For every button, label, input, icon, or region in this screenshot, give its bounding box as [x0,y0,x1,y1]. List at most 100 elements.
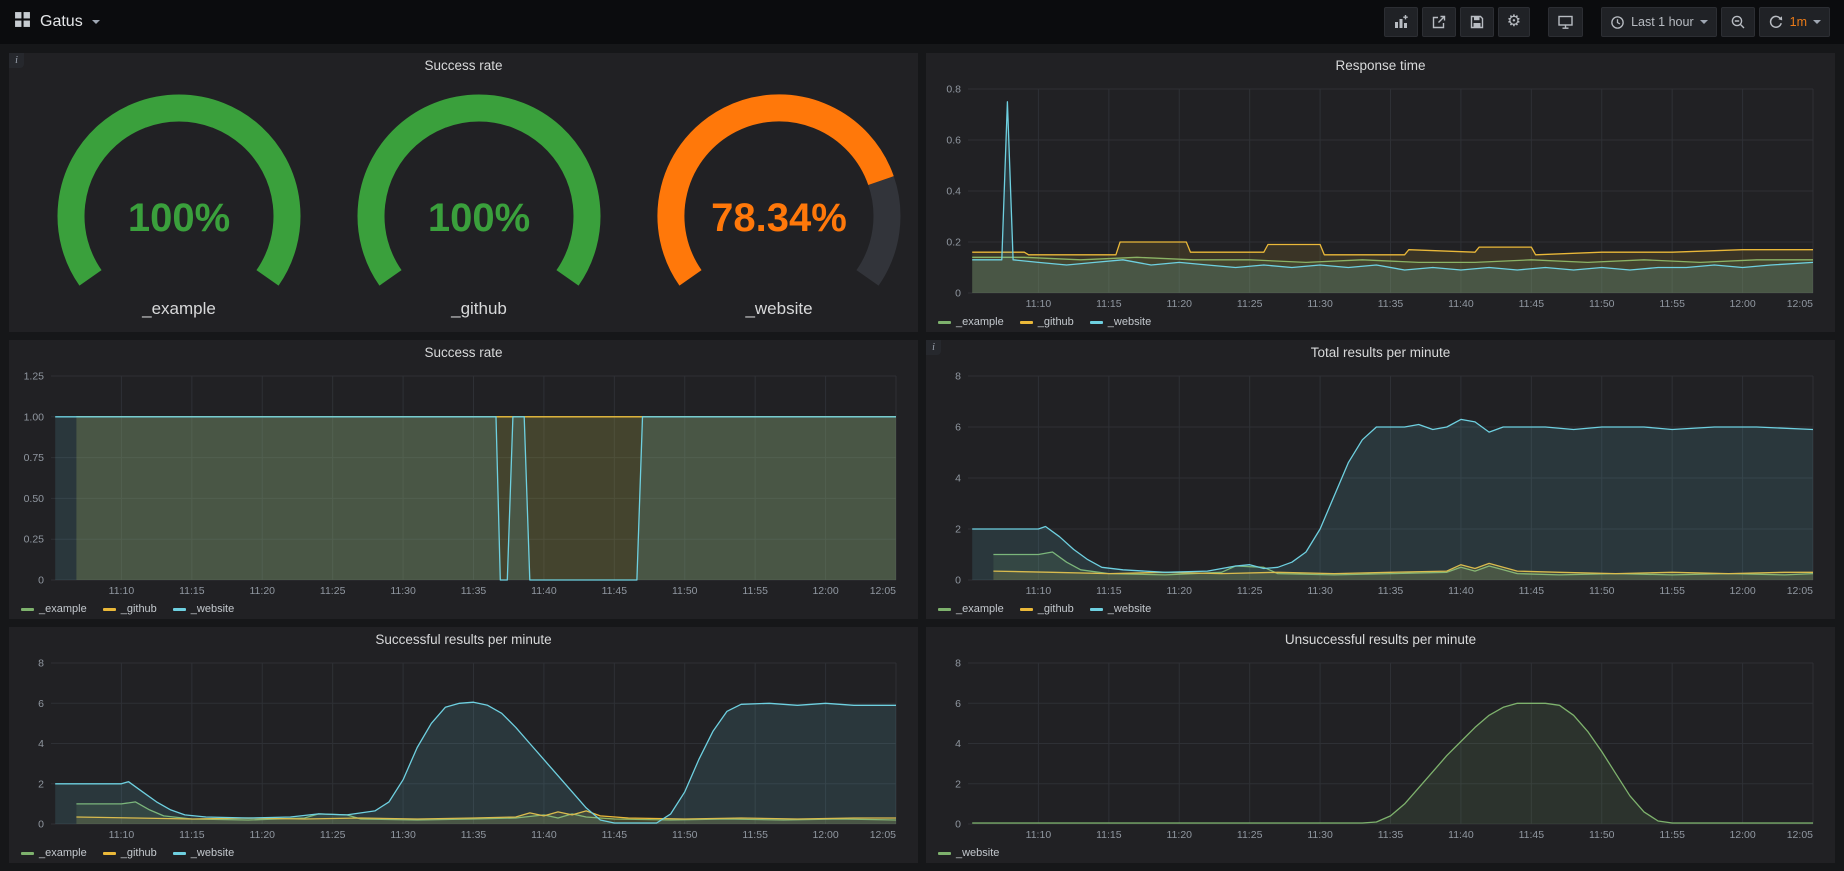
x-axis-label: 11:50 [1589,585,1615,597]
x-axis-label: 11:40 [1448,298,1474,310]
legend-item-_website[interactable]: _website [1090,603,1151,615]
legend-item-_github[interactable]: _github [103,603,157,615]
x-axis-label: 11:35 [1378,829,1404,841]
tv-mode-button[interactable] [1548,7,1583,37]
chart-area: 11:1011:1511:2011:2511:3011:3511:4011:45… [932,366,1829,599]
y-axis-label: 6 [955,422,961,434]
panel-title[interactable]: Success rate [9,53,918,79]
x-axis-label: 11:35 [461,585,487,597]
x-axis-label: 11:15 [1096,298,1122,310]
legend-item-_website[interactable]: _website [173,847,234,859]
legend-item-_example[interactable]: _example [938,316,1004,328]
share-dashboard-button[interactable] [1422,7,1456,37]
y-axis-label: 0.8 [946,84,961,96]
legend-item-_example[interactable]: _example [938,603,1004,615]
panel-title[interactable]: Success rate [9,340,918,366]
y-axis-label: 0 [955,575,961,587]
chart-legend: _example _github _website [926,312,1835,332]
x-axis-label: 11:15 [1096,829,1122,841]
y-axis-label: 0.50 [24,493,45,505]
refresh-button[interactable]: 1m [1759,7,1830,37]
x-axis-label: 11:10 [1026,298,1052,310]
time-range-label: Last 1 hour [1631,15,1694,29]
panel-success-rate-gauges: i Success rate 100%_example100%_github78… [9,53,918,332]
x-axis-label: 12:05 [1787,829,1813,841]
y-axis-label: 4 [955,738,961,750]
legend-series-color-icon [1020,608,1033,611]
legend-item-_example[interactable]: _example [21,847,87,859]
zoom-out-time-button[interactable] [1721,7,1755,37]
x-axis-label: 12:05 [870,829,896,841]
chart-legend: _example _github _website [9,843,918,863]
dashboards-grid-icon[interactable] [14,11,31,33]
y-axis-label: 8 [955,371,961,383]
legend-item-_website[interactable]: _website [1090,316,1151,328]
panel-title[interactable]: Total results per minute [926,340,1835,366]
chart-legend: _example _github _website [9,599,918,619]
x-axis-label: 11:40 [531,585,557,597]
gauge-_github: 100%_github [329,90,629,322]
legend-item-_website[interactable]: _website [173,603,234,615]
dashboard-settings-button[interactable]: ⚙ [1498,7,1530,37]
legend-item-_github[interactable]: _github [1020,603,1074,615]
chart-area: 11:1011:1511:2011:2511:3011:3511:4011:45… [15,366,912,599]
add-panel-button[interactable] [1384,7,1418,37]
legend-series-color-icon [21,608,34,611]
legend-series-label: _example [956,316,1004,328]
legend-series-color-icon [173,608,186,611]
panel-title[interactable]: Successful results per minute [9,627,918,653]
x-axis-label: 12:00 [1729,829,1755,841]
gauge-remainder-arc [868,180,887,277]
refresh-icon [1768,14,1784,30]
y-axis-label: 4 [955,473,961,485]
x-axis-label: 11:45 [602,585,628,597]
x-axis-label: 11:20 [1167,585,1193,597]
legend-item-_github[interactable]: _github [103,847,157,859]
legend-series-label: _website [191,847,234,859]
legend-series-label: _website [1108,603,1151,615]
x-axis-label: 11:10 [109,585,135,597]
x-axis-label: 11:30 [1307,829,1333,841]
y-axis-label: 2 [38,778,44,790]
unsuccessful-results-chart[interactable]: 11:1011:1511:2011:2511:3011:3511:4011:45… [932,653,1829,843]
legend-series-color-icon [103,608,116,611]
share-icon [1431,14,1447,30]
dashboard-title[interactable]: Gatus [40,13,83,31]
success-rate-chart[interactable]: 11:1011:1511:2011:2511:3011:3511:4011:45… [15,366,912,599]
dashboard-grid: i Success rate 100%_example100%_github78… [0,44,1844,871]
legend-series-label: _github [121,603,157,615]
legend-series-color-icon [1090,608,1103,611]
legend-item-_github[interactable]: _github [1020,316,1074,328]
panel-title[interactable]: Response time [926,53,1835,79]
legend-series-color-icon [1090,321,1103,324]
legend-series-label: _example [39,847,87,859]
legend-series-label: _github [1038,603,1074,615]
legend-series-color-icon [938,608,951,611]
x-axis-label: 12:05 [1787,585,1813,597]
info-icon[interactable]: i [926,340,941,355]
series-area-_website [55,702,896,824]
response-time-chart[interactable]: 11:1011:1511:2011:2511:3011:3511:4011:45… [932,79,1829,312]
gauge-label: _github [450,299,507,318]
legend-item-_example[interactable]: _example [21,603,87,615]
x-axis-label: 11:10 [109,829,135,841]
legend-series-label: _github [121,847,157,859]
y-axis-label: 0.75 [24,452,45,464]
chevron-down-icon [92,20,100,24]
legend-item-_website[interactable]: _website [938,847,999,859]
x-axis-label: 11:15 [179,585,205,597]
x-axis-label: 11:25 [1237,585,1263,597]
gauge-value: 78.34% [711,196,847,240]
successful-results-chart[interactable]: 11:1011:1511:2011:2511:3011:3511:4011:45… [15,653,912,843]
info-icon[interactable]: i [9,53,24,68]
x-axis-label: 12:00 [812,829,838,841]
x-axis-label: 11:45 [602,829,628,841]
chevron-down-icon [1700,20,1708,24]
y-axis-label: 8 [38,658,44,670]
x-axis-label: 11:20 [250,829,276,841]
total-results-chart[interactable]: 11:1011:1511:2011:2511:3011:3511:4011:45… [932,366,1829,599]
panel-title[interactable]: Unsuccessful results per minute [926,627,1835,653]
gauge-svg: 100%_github [329,90,629,322]
time-range-picker[interactable]: Last 1 hour [1601,7,1717,37]
save-dashboard-button[interactable] [1460,7,1494,37]
